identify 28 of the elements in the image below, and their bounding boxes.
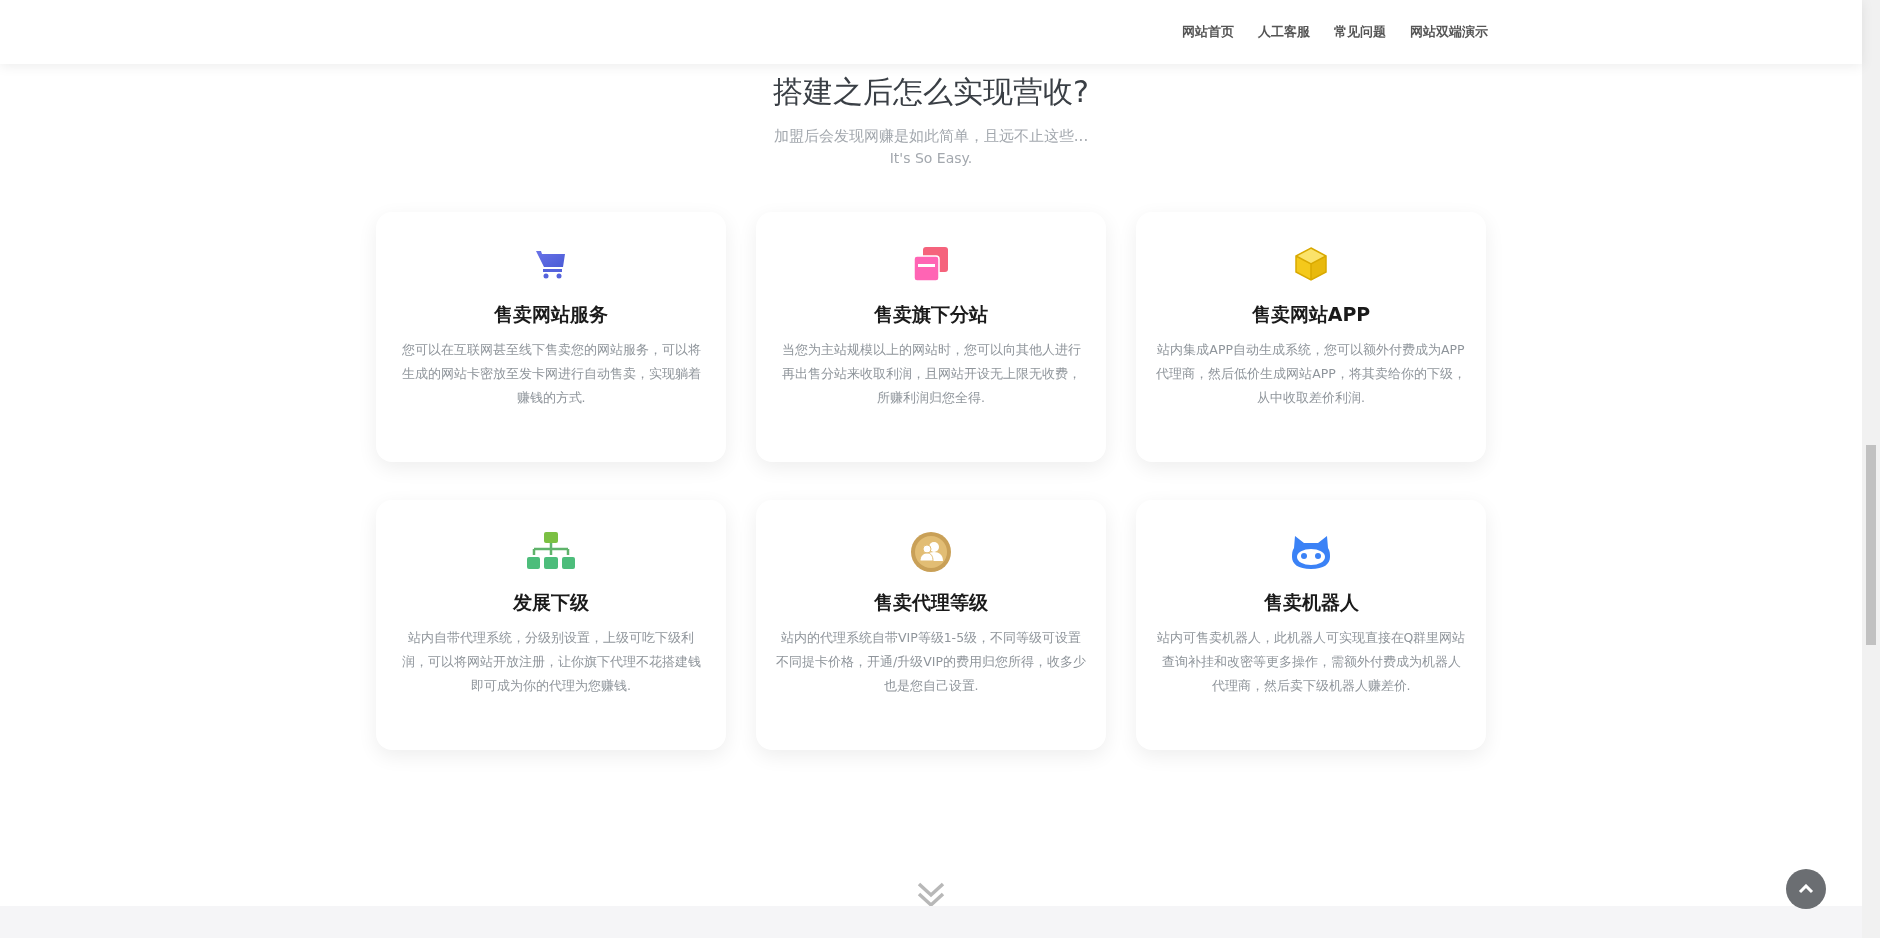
back-to-top-button[interactable] xyxy=(1786,869,1826,909)
section-subtitle: 加盟后会发现网赚是如此简单，且远不止这些... xyxy=(773,127,1089,146)
nav-link[interactable]: 网站首页 xyxy=(1182,23,1234,41)
card-title: 售卖旗下分站 xyxy=(874,302,988,327)
robot-cat-icon xyxy=(1291,534,1331,570)
nav-link[interactable]: 常见问题 xyxy=(1334,23,1386,41)
cube-icon xyxy=(1293,246,1329,282)
card-description: 站内集成APP自动生成系统，您可以额外付费成为APP代理商，然后低价生成网站APP，将其卖给你的下级，从中收取差价利润. xyxy=(1156,341,1466,407)
card-title: 售卖代理等级 xyxy=(874,590,988,615)
card-title: 售卖机器人 xyxy=(1263,590,1359,615)
card-description: 您可以在互联网甚至线下售卖您的网站服务，可以将生成的网站卡密放至发卡网进行自动售卖，实现躺着赚钱的方式. xyxy=(400,341,702,407)
cart-icon xyxy=(535,248,567,280)
card-title: 发展下级 xyxy=(513,590,589,615)
caret-up-icon xyxy=(1798,884,1814,894)
nav-link[interactable]: 人工客服 xyxy=(1258,23,1310,41)
section-tagline: It's So Easy. xyxy=(889,150,973,166)
stacked-windows-icon xyxy=(913,246,949,282)
double-chevron-down-icon[interactable] xyxy=(917,882,945,908)
card-title: 售卖网站APP xyxy=(1251,302,1371,327)
nav-link[interactable]: 网站双端演示 xyxy=(1410,23,1488,41)
section-title: 搭建之后怎么实现营收? xyxy=(773,73,1089,111)
card-description: 站内自带代理系统，分级别设置，上级可吃下级利润，可以将网站开放注册，让你旗下代理不花搭建钱即可成为你的代理为您赚钱. xyxy=(400,629,702,695)
card-description: 当您为主站规模以上的网站时，您可以向其他人进行再出售分站来收取利润，且网站开设无上限无收费，所赚利润归您全得. xyxy=(780,341,1082,407)
card-title: 售卖网站服务 xyxy=(494,302,608,327)
card-description: 站内可售卖机器人，此机器人可实现直接在Q群里网站查询补挂和改密等更多操作，需额外付费成为机器人代理商，然后卖下级机器人赚差价. xyxy=(1156,629,1466,695)
scrollbar-thumb[interactable] xyxy=(1866,445,1876,645)
users-icon xyxy=(910,531,952,573)
card-description: 站内的代理系统自带VIP等级1-5级，不同等级可设置不同提卡价格，开通/升级VIP的费用归您所得，收多少也是您自己设置. xyxy=(776,629,1086,695)
